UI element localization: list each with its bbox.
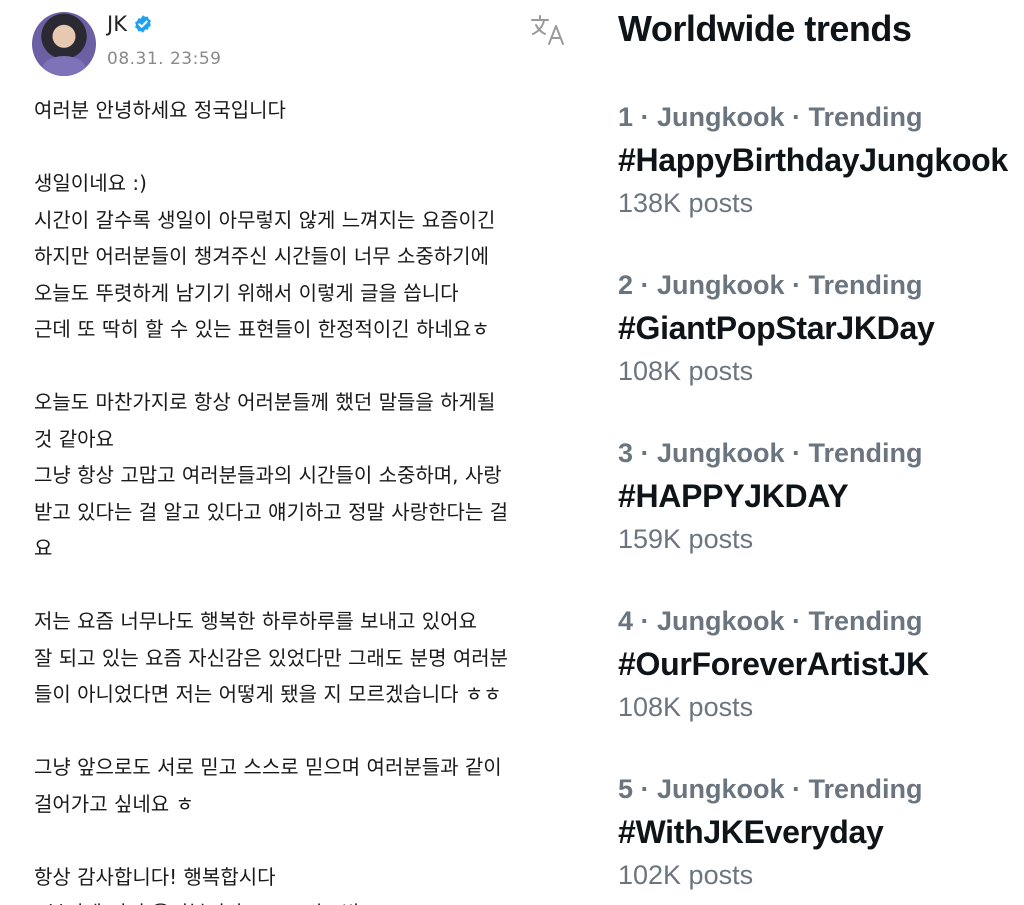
post-text-line: 항상 감사합니다! 행복합시다 xyxy=(34,864,276,889)
trend-meta: 3 · Jungkook · Trending xyxy=(618,438,923,468)
trend-hashtag[interactable]: #HAPPYJKDAY xyxy=(618,472,1018,520)
post-body: 여러분 안녕하세요 정국입니다생일이네요 :) 시간이 갈수록 생일이 아무렇지 … xyxy=(34,92,574,905)
trend-item-5[interactable]: 5 · Jungkook · Trending #WithJKEveryday … xyxy=(618,770,1018,894)
post-text-line: 시간이 갈수록 생일이 아무렇지 않게 느껴지는 요즘이긴 xyxy=(34,207,496,232)
trend-post-count: 159K posts xyxy=(618,524,754,554)
trends-panel: Worldwide trends 1 · Jungkook · Trending… xyxy=(590,0,1024,905)
post-text-line: 근데 또 딱히 할 수 있는 표현들이 한정적이긴 하네요ㅎ xyxy=(34,317,490,341)
post-text-line: 1분전에 미리 올려봅니다 ㅎㅎㅎ아포방포 xyxy=(34,895,574,905)
post-text-line: 그냥 앞으로도 서로 믿고 스스로 믿으며 여러분들과 같이 xyxy=(34,755,502,779)
trend-post-count: 108K posts xyxy=(618,692,754,722)
post-text-line: 오늘도 뚜렷하게 남기기 위해서 이렇게 글을 씁니다 xyxy=(34,280,459,305)
post-text-line: 걸어가고 싶네요 ㅎ xyxy=(34,791,194,816)
trend-hashtag[interactable]: #GiantPopStarJKDay xyxy=(618,304,1018,352)
trend-meta: 1 · Jungkook · Trending xyxy=(618,102,923,132)
trend-item-1[interactable]: 1 · Jungkook · Trending #HappyBirthdayJu… xyxy=(618,98,1018,222)
post-text-line: 생일이네요 :) xyxy=(34,171,147,195)
trend-item-2[interactable]: 2 · Jungkook · Trending #GiantPopStarJKD… xyxy=(618,266,1018,390)
avatar[interactable] xyxy=(32,12,96,76)
trends-title: Worldwide trends xyxy=(618,8,912,49)
post-text-line: 그냥 항상 고맙고 여러분들과의 시간들이 소중하며, 사랑 xyxy=(34,463,502,487)
avatar-figure xyxy=(42,56,86,76)
post-timestamp: 08.31. 23:59 xyxy=(107,49,222,69)
post-panel: JK 08.31. 23:59 여러분 안녕하세요 정국입니다생일이네요 :) 시… xyxy=(0,0,590,905)
post-text-line: 것 같아요 xyxy=(34,426,114,451)
trend-hashtag[interactable]: #WithJKEveryday xyxy=(618,808,1018,856)
trend-hashtag[interactable]: #HappyBirthdayJungkook xyxy=(618,136,1018,184)
post-author: JK xyxy=(107,12,153,36)
trend-item-4[interactable]: 4 · Jungkook · Trending #OurForeverArtis… xyxy=(618,602,1018,726)
post-text-line: 저는 요즘 너무나도 행복한 하루하루를 보내고 있어요 xyxy=(34,609,477,633)
post-text-line: 요 xyxy=(34,536,53,560)
trend-post-count: 138K posts xyxy=(618,188,754,218)
trend-meta: 2 · Jungkook · Trending xyxy=(618,270,923,300)
post-text-line: 하지만 어러분들이 챙겨주신 시간들이 너무 소중하기에 xyxy=(34,244,489,268)
post-text-line: 오늘도 마찬가지로 항상 어러분들께 했던 말들을 하게될 xyxy=(34,390,496,414)
post-text-line: 잘 되고 있는 요즘 자신감은 있었다만 그래도 분명 여러분 xyxy=(34,645,509,670)
post-text-line: 들이 아니었다면 저는 어떻게 됐을 지 모르겠습니다 ㅎㅎ xyxy=(34,682,502,706)
post-text-line: 여러분 안녕하세요 정국입니다 xyxy=(34,98,286,122)
verified-badge-icon xyxy=(135,15,151,33)
translate-icon[interactable] xyxy=(530,14,568,46)
trend-hashtag[interactable]: #OurForeverArtistJK xyxy=(618,640,1018,688)
trend-item-3[interactable]: 3 · Jungkook · Trending #HAPPYJKDAY 159K… xyxy=(618,434,1018,558)
trend-post-count: 108K posts xyxy=(618,356,754,386)
post-text-line: 받고 있다는 걸 알고 있다고 얘기하고 정말 사랑한다는 걸 xyxy=(34,499,509,524)
author-name[interactable]: JK xyxy=(107,12,127,36)
trend-post-count: 102K posts xyxy=(618,860,754,890)
trend-meta: 5 · Jungkook · Trending xyxy=(618,774,923,804)
trend-meta: 4 · Jungkook · Trending xyxy=(618,606,923,636)
